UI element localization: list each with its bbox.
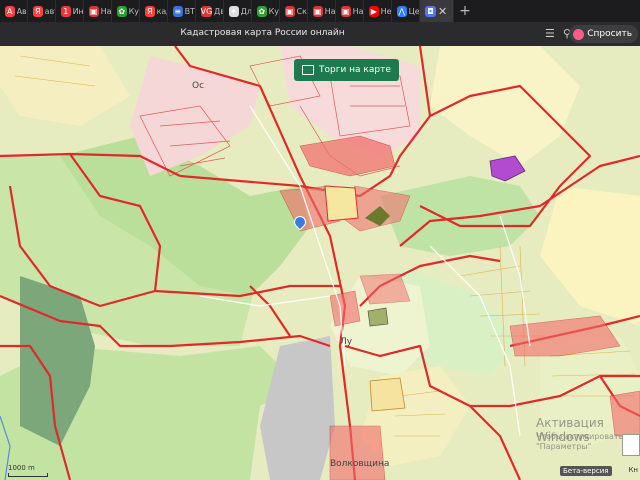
tab-label: Ин	[72, 6, 83, 16]
browser-tab[interactable]: ✿ Ку	[252, 0, 280, 22]
map-side-control[interactable]	[622, 434, 640, 456]
tab-favicon-icon: Я	[33, 5, 43, 17]
auction-on-map-button[interactable]: Торги на карте	[294, 59, 399, 81]
tab-favicon-icon: 1	[61, 5, 71, 17]
tab-label: кад	[156, 6, 167, 16]
tab-label: Ку	[128, 6, 139, 16]
title-bar: Кадастровая карта России онлайн ☰ ⚲ Спро…	[0, 22, 640, 46]
tab-favicon-icon: VG	[200, 5, 213, 17]
browser-tab[interactable]: Якад	[140, 0, 168, 22]
ask-button[interactable]: Спросить	[569, 25, 638, 43]
beta-badge: Бета-версия	[560, 466, 612, 476]
ask-label: Спросить	[587, 29, 632, 39]
browser-tab[interactable]: ▣ Ск	[280, 0, 308, 22]
tab-label: Ку	[268, 6, 279, 16]
tab-label: Авт	[16, 6, 27, 16]
close-tab-icon[interactable]: ✕	[438, 5, 447, 18]
tab-label: Не	[380, 6, 391, 16]
tab-favicon-icon: ✦	[229, 5, 239, 17]
new-tab-button[interactable]: +	[454, 0, 476, 22]
browser-tab-active[interactable]: ◘ ✕	[420, 0, 454, 22]
tab-strip: AАвтЯавт1Ин▣На✿КуЯкад≡ВТVGДв✦Дл✿Ку▣Ск▣На…	[0, 0, 640, 22]
tab-label: Дл	[240, 6, 251, 16]
page-title: Кадастровая карта России онлайн	[180, 28, 345, 38]
tab-favicon-icon: ▣	[341, 5, 351, 17]
browser-tab[interactable]: VG Дв	[196, 0, 224, 22]
browser-tab[interactable]: ▣ На	[84, 0, 112, 22]
tab-favicon-icon: ≡	[173, 5, 183, 17]
place-label: Лу	[340, 337, 353, 347]
browser-tab[interactable]: ▣ На	[308, 0, 336, 22]
browser-tab[interactable]: ✿ Ку	[112, 0, 140, 22]
place-label: Волковщина	[330, 459, 390, 469]
tab-label: авт	[44, 6, 55, 16]
browser-tab[interactable]: 1 Ин	[56, 0, 84, 22]
place-label: Ос	[192, 81, 205, 91]
browser-tab[interactable]: ⋀ Це	[392, 0, 420, 22]
tab-favicon-icon: A	[5, 5, 15, 17]
alice-icon	[573, 28, 585, 40]
browser-tab[interactable]: ▶ Не	[364, 0, 392, 22]
tab-favicon-icon: ⋀	[397, 5, 407, 17]
cadastral-map[interactable]: Торги на карте Ос Лу Волковщина 1000 m А…	[0, 46, 640, 480]
tab-favicon-icon: ◘	[425, 5, 436, 17]
watermark-line: Чтобы активировать	[536, 432, 624, 441]
tab-favicon-icon: Я	[145, 5, 155, 17]
tab-favicon-icon: ▶	[369, 5, 379, 17]
scale-label: 1000 m	[8, 464, 35, 472]
map-keys-label[interactable]: Кн	[628, 466, 638, 474]
tab-label: На	[324, 6, 335, 16]
tab-favicon-icon: ✿	[257, 5, 267, 17]
tab-label: На	[100, 6, 111, 16]
tab-favicon-icon: ▣	[89, 5, 99, 17]
tab-favicon-icon: ✿	[117, 5, 127, 17]
scale-ruler	[8, 473, 48, 477]
browser-tab[interactable]: Яавт	[28, 0, 56, 22]
map-canvas[interactable]	[0, 46, 640, 480]
tab-label: ВТ	[184, 6, 195, 16]
map-grid-icon	[302, 65, 314, 75]
browser-tab[interactable]: AАвт	[0, 0, 28, 22]
scale-bar: 1000 m	[8, 464, 48, 477]
browser-tab[interactable]: ▣ На	[336, 0, 364, 22]
tab-label: На	[352, 6, 363, 16]
tab-label: Це	[408, 6, 419, 16]
tab-label: Дв	[214, 6, 223, 16]
browser-tab[interactable]: ✦ Дл	[224, 0, 252, 22]
tab-label: Ск	[296, 6, 307, 16]
tab-favicon-icon: ▣	[285, 5, 295, 17]
menu-icon[interactable]: ☰	[545, 27, 555, 40]
tab-favicon-icon: ▣	[313, 5, 323, 17]
browser-tab[interactable]: ≡ ВТ	[168, 0, 196, 22]
watermark-line: "Параметры"	[536, 442, 592, 451]
auction-label: Торги на карте	[319, 65, 391, 75]
